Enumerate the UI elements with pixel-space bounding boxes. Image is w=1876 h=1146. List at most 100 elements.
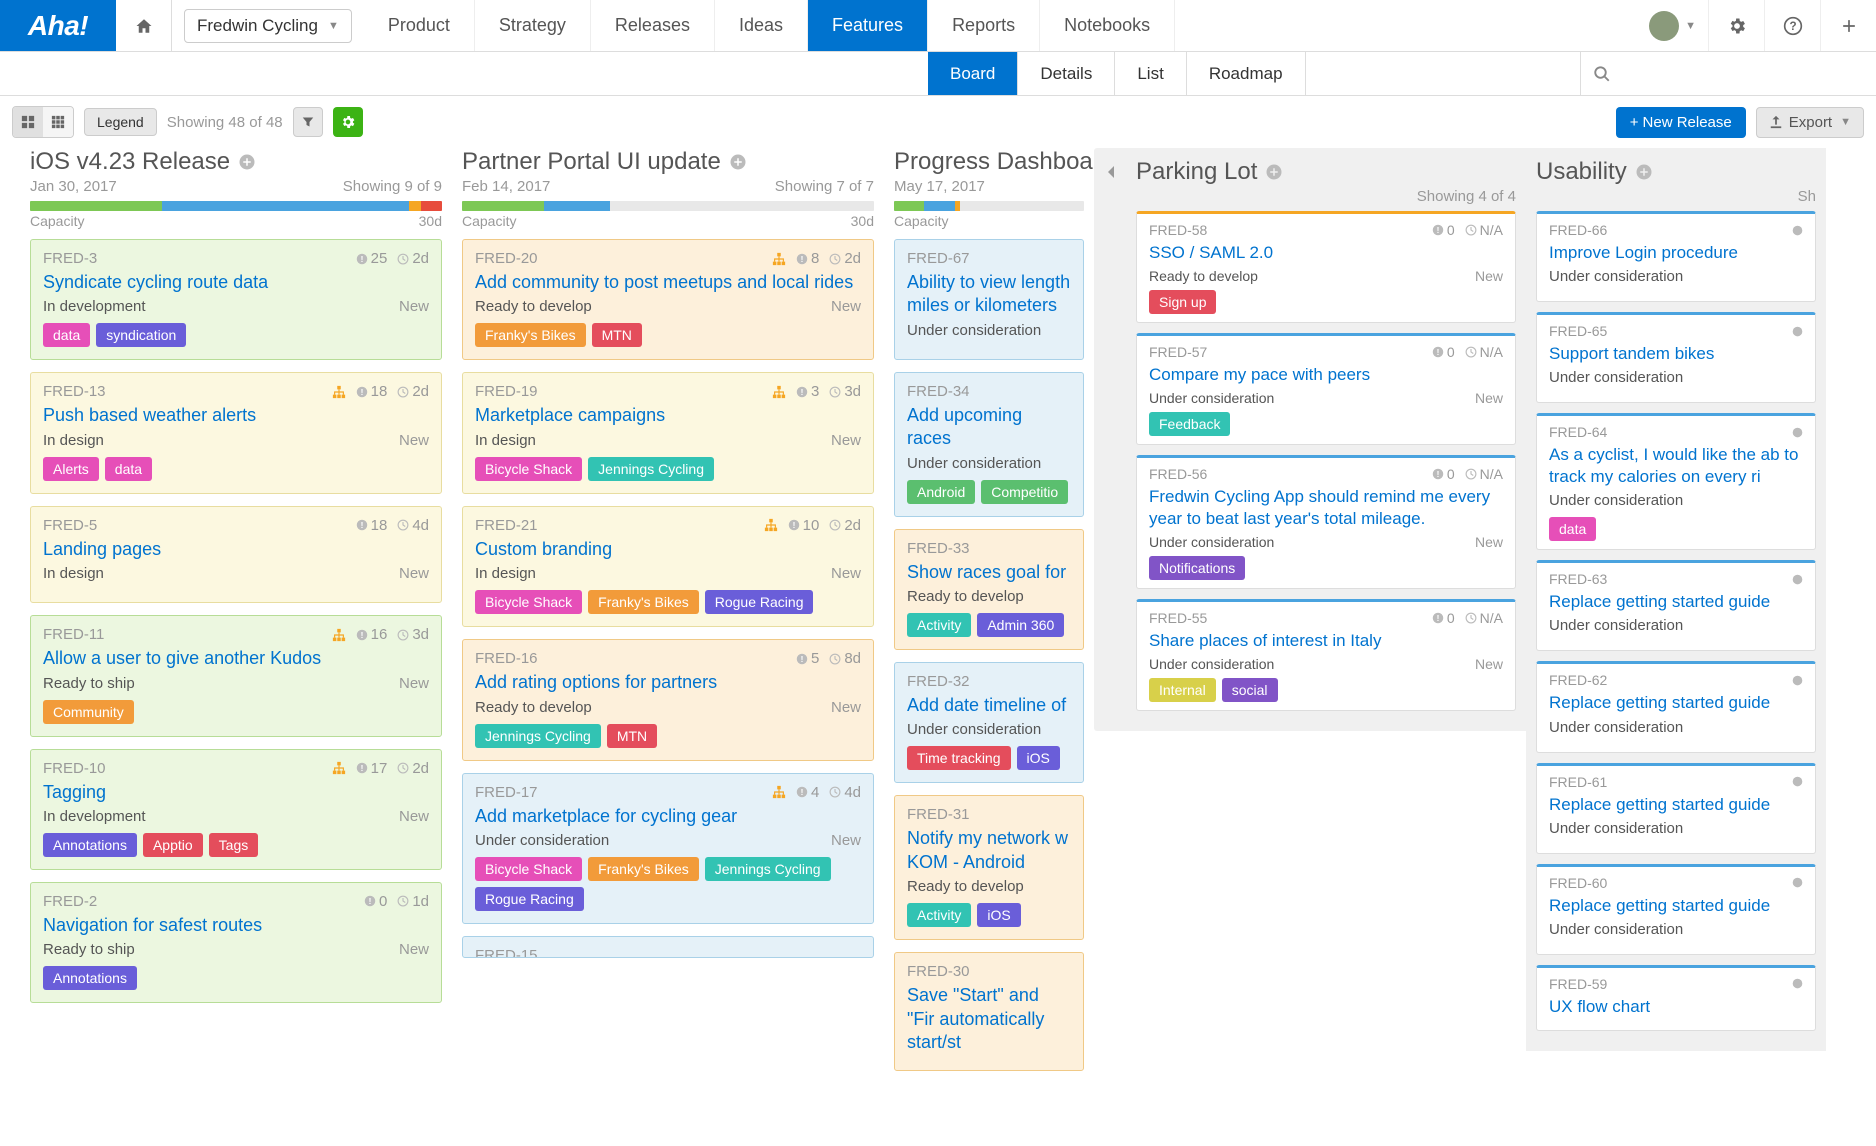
tag[interactable]: Apptio [143,833,203,857]
feature-card[interactable]: FRED-5! 18 4dLanding pagesIn designNew [30,506,442,603]
tag[interactable]: data [43,323,90,347]
feature-card[interactable]: FRED-61Replace getting started guideUnde… [1536,763,1816,854]
tag[interactable]: data [105,457,152,481]
tag[interactable]: Activity [907,613,971,637]
add-icon[interactable] [1820,0,1876,51]
tag[interactable]: Jennings Cycling [705,857,831,881]
view-grid-icon[interactable] [43,107,73,137]
tag[interactable]: Feedback [1149,412,1230,436]
tag[interactable]: Internal [1149,678,1216,702]
tag[interactable]: Tags [209,833,259,857]
tag[interactable]: Competitio [981,480,1068,504]
feature-card[interactable]: FRED-19! 3 3dMarketplace campaignsIn des… [462,372,874,493]
nav-item-product[interactable]: Product [364,0,475,51]
tag[interactable]: Activity [907,903,971,927]
tag[interactable]: Bicycle Shack [475,457,582,481]
tag[interactable]: Franky's Bikes [588,590,699,614]
tag[interactable]: Admin 360 [977,613,1064,637]
feature-card[interactable]: FRED-33Show races goal forReady to devel… [894,529,1084,650]
feature-card[interactable]: FRED-17! 4 4dAdd marketplace for cycling… [462,773,874,924]
help-icon[interactable]: ? [1764,0,1820,51]
nav-item-features[interactable]: Features [808,0,928,51]
feature-card[interactable]: FRED-3! 25 2dSyndicate cycling route dat… [30,239,442,360]
subnav-tab-board[interactable]: Board [928,52,1018,95]
tag[interactable]: MTN [592,323,642,347]
feature-card[interactable]: FRED-34Add upcoming racesUnder considera… [894,372,1084,517]
tag[interactable]: syndication [96,323,186,347]
feature-card[interactable]: FRED-21! 10 2dCustom brandingIn designNe… [462,506,874,627]
tag[interactable]: social [1222,678,1278,702]
view-card-icon[interactable] [13,107,43,137]
board-settings-button[interactable] [333,107,363,137]
feature-card[interactable]: FRED-30Save "Start" and "Fir automatical… [894,952,1084,1071]
app-logo[interactable]: Aha! [0,0,116,51]
feature-card[interactable]: FRED-65Support tandem bikesUnder conside… [1536,312,1816,403]
tag[interactable]: Jennings Cycling [588,457,714,481]
feature-card[interactable]: FRED-67Ability to view length miles or k… [894,239,1084,360]
feature-card[interactable]: FRED-10! 17 2dTaggingIn developmentNewAn… [30,749,442,870]
tag[interactable]: Franky's Bikes [475,323,586,347]
tag[interactable]: Rogue Racing [475,887,584,911]
new-release-button[interactable]: + New Release [1616,107,1746,138]
nav-item-ideas[interactable]: Ideas [715,0,808,51]
tag[interactable]: Franky's Bikes [588,857,699,881]
feature-card[interactable]: FRED-2! 0 1dNavigation for safest routes… [30,882,442,1003]
feature-card[interactable]: FRED-15 [462,936,874,958]
add-feature-icon[interactable] [729,153,747,171]
nav-item-strategy[interactable]: Strategy [475,0,591,51]
product-selector[interactable]: Fredwin Cycling ▼ [184,9,352,43]
export-button[interactable]: Export ▼ [1756,107,1864,138]
feature-card[interactable]: FRED-20! 8 2dAdd community to post meetu… [462,239,874,360]
feature-card[interactable]: FRED-56! 0 N/AFredwin Cycling App should… [1136,455,1516,589]
user-menu[interactable]: ▼ [1637,11,1708,41]
home-icon[interactable] [116,0,172,51]
feature-card[interactable]: FRED-59UX flow chart [1536,965,1816,1031]
add-feature-icon[interactable] [1635,163,1653,181]
feature-card[interactable]: FRED-57! 0 N/ACompare my pace with peers… [1136,333,1516,445]
feature-card[interactable]: FRED-11! 16 3dAllow a user to give anoth… [30,615,442,736]
tag[interactable]: Rogue Racing [705,590,814,614]
subnav-tab-details[interactable]: Details [1018,52,1115,95]
tag[interactable]: Alerts [43,457,99,481]
tag[interactable]: MTN [607,724,657,748]
nav-item-reports[interactable]: Reports [928,0,1040,51]
feature-card[interactable]: FRED-58! 0 N/ASSO / SAML 2.0Ready to dev… [1136,211,1516,323]
column-title: Parking Lot [1136,158,1257,186]
tag[interactable]: Time tracking [907,746,1011,770]
add-feature-icon[interactable] [238,153,256,171]
tag[interactable]: Jennings Cycling [475,724,601,748]
score-icon: ! 8 [796,250,819,267]
filter-button[interactable] [293,107,323,137]
tag[interactable]: iOS [1017,746,1060,770]
collapse-icon[interactable] [1104,162,1120,182]
feature-card[interactable]: FRED-62Replace getting started guideUnde… [1536,661,1816,752]
tag[interactable]: Bicycle Shack [475,590,582,614]
add-feature-icon[interactable] [1265,163,1283,181]
nav-item-releases[interactable]: Releases [591,0,715,51]
tag[interactable]: Annotations [43,833,137,857]
score-icon: ! 0 [1432,222,1455,238]
feature-card[interactable]: FRED-63Replace getting started guideUnde… [1536,560,1816,651]
tag[interactable]: Community [43,700,134,724]
tag[interactable]: Annotations [43,966,137,990]
search-box[interactable] [1580,52,1876,95]
subnav-tab-roadmap[interactable]: Roadmap [1187,52,1306,95]
tag[interactable]: Notifications [1149,556,1245,580]
tag[interactable]: Sign up [1149,290,1216,314]
subnav-tab-list[interactable]: List [1115,52,1186,95]
tag[interactable]: Android [907,480,975,504]
feature-card[interactable]: FRED-31Notify my network w KOM - Android… [894,795,1084,940]
feature-card[interactable]: FRED-60Replace getting started guideUnde… [1536,864,1816,955]
feature-card[interactable]: FRED-55! 0 N/AShare places of interest i… [1136,599,1516,711]
feature-card[interactable]: FRED-66Improve Login procedureUnder cons… [1536,211,1816,302]
feature-card[interactable]: FRED-13! 18 2dPush based weather alertsI… [30,372,442,493]
nav-item-notebooks[interactable]: Notebooks [1040,0,1175,51]
tag[interactable]: Bicycle Shack [475,857,582,881]
legend-button[interactable]: Legend [84,108,157,136]
feature-card[interactable]: FRED-32Add date timeline ofUnder conside… [894,662,1084,783]
tag[interactable]: iOS [977,903,1020,927]
feature-card[interactable]: FRED-64As a cyclist, I would like the ab… [1536,413,1816,550]
settings-icon[interactable] [1708,0,1764,51]
tag[interactable]: data [1549,517,1596,541]
feature-card[interactable]: FRED-16! 5 8dAdd rating options for part… [462,639,874,760]
